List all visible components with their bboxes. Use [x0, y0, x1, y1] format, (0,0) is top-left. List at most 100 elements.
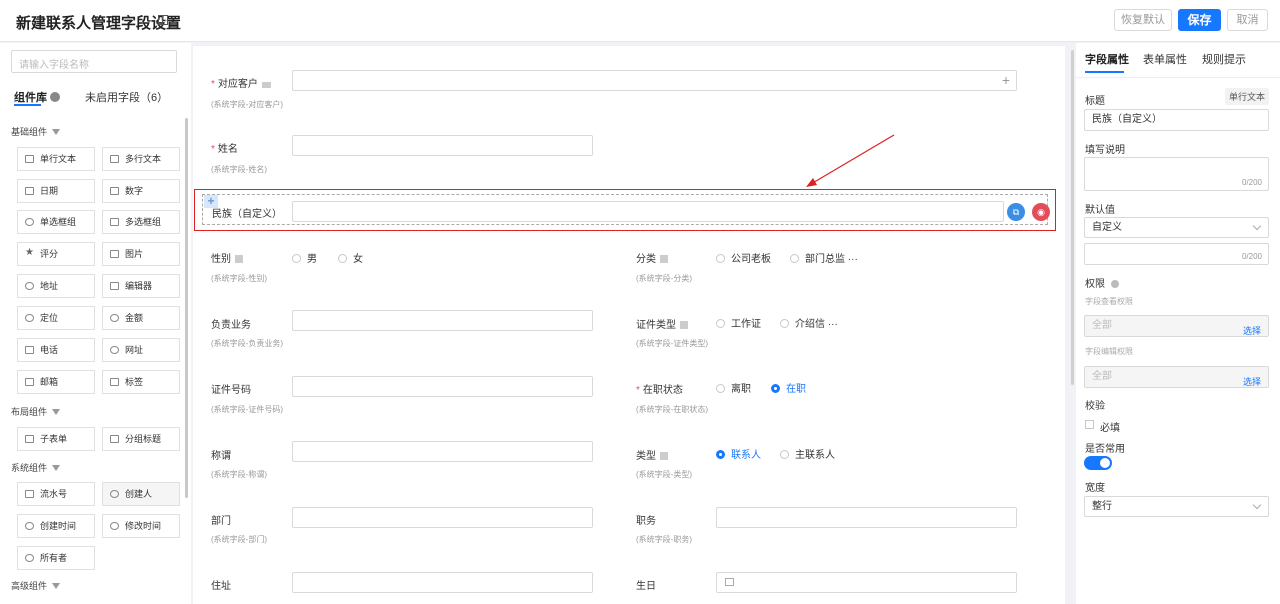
layout-toggle-icon[interactable]	[158, 15, 168, 25]
component-serial[interactable]: 流水号	[17, 482, 95, 506]
title-input[interactable]	[292, 441, 593, 462]
component-url[interactable]: 网址	[102, 338, 180, 362]
label-text: 姓名	[217, 144, 238, 155]
idtype-option-letter[interactable]: 介绍信 ···	[780, 315, 838, 330]
component-number[interactable]: 数字	[102, 179, 180, 203]
component-label: 地址	[40, 281, 59, 291]
gender-option-male[interactable]: 男	[292, 250, 317, 265]
component-radio-group[interactable]: 单选框组	[17, 210, 95, 234]
component-label: 定位	[40, 313, 59, 323]
help-icon[interactable]	[50, 92, 60, 102]
default-value-label: 默认值	[1085, 205, 1115, 216]
default-value-input[interactable]: 0/200	[1084, 243, 1269, 265]
category-option-boss[interactable]: 公司老板	[716, 250, 771, 265]
option-label: 部门总监	[805, 254, 845, 265]
canvas-scrollbar[interactable]	[1071, 50, 1074, 385]
component-date[interactable]: 日期	[17, 179, 95, 203]
radio-circle	[780, 450, 789, 459]
common-label: 是否常用	[1085, 444, 1125, 455]
tab-unused-fields[interactable]: 未启用字段（6）	[85, 89, 168, 105]
component-money[interactable]: 金额	[102, 306, 180, 330]
component-label: 创建时间	[40, 521, 77, 531]
component-panel: 请输入字段名称 组件库 未启用字段（6） 基础组件 布局组件 系统组件 高级组件…	[0, 43, 191, 604]
status-option-left[interactable]: 离职	[716, 380, 751, 395]
radio-icon	[25, 218, 34, 226]
radio-circle	[716, 384, 725, 393]
width-select[interactable]: 整行	[1084, 496, 1269, 517]
type-option-main-contact[interactable]: 主联系人	[780, 446, 835, 461]
owner-icon	[25, 554, 34, 562]
field-gender-label: 性别	[211, 250, 243, 265]
more-options-icon[interactable]: ···	[848, 254, 858, 265]
component-phone[interactable]: 电话	[17, 338, 95, 362]
birthday-input[interactable]	[716, 572, 1017, 593]
component-checkbox-group[interactable]: 多选框组	[102, 210, 180, 234]
cancel-button[interactable]: 取消	[1227, 9, 1268, 31]
field-search-input[interactable]: 请输入字段名称	[11, 50, 177, 73]
component-single-text[interactable]: 单行文本	[17, 147, 95, 171]
select-value: 自定义	[1092, 222, 1122, 233]
group-label: 布局组件	[11, 407, 48, 417]
ethnic-input[interactable]	[292, 201, 1004, 222]
group-basic[interactable]: 基础组件	[11, 125, 61, 138]
tab-rule-tips[interactable]: 规则提示	[1202, 51, 1246, 67]
title-field[interactable]: 民族（自定义）	[1084, 109, 1269, 131]
business-input[interactable]	[292, 310, 593, 331]
hide-field-eye-icon[interactable]: ◉	[1032, 203, 1050, 221]
category-option-director[interactable]: 部门总监 ···	[790, 250, 858, 265]
add-icon[interactable]: +	[1002, 73, 1010, 87]
status-option-active[interactable]: 在职	[771, 380, 806, 395]
component-modify-time[interactable]: 修改时间	[102, 514, 180, 538]
arrow-head	[806, 178, 817, 187]
position-input[interactable]	[716, 507, 1017, 528]
required-checkbox[interactable]	[1085, 420, 1094, 429]
component-owner[interactable]: 所有者	[17, 546, 95, 570]
group-advanced[interactable]: 高级组件	[11, 579, 61, 592]
edit-permission-select-link[interactable]: 选择	[1243, 372, 1261, 392]
idtype-option-workcard[interactable]: 工作证	[716, 315, 761, 330]
name-input[interactable]	[292, 135, 593, 156]
type-option-contact[interactable]: 联系人	[716, 446, 761, 461]
component-image[interactable]: 图片	[102, 242, 180, 266]
save-button[interactable]: 保存	[1178, 9, 1221, 31]
restore-default-button[interactable]: 恢复默认	[1114, 9, 1172, 31]
component-email[interactable]: 邮箱	[17, 370, 95, 394]
field-status-label: * 在职状态	[636, 381, 683, 396]
default-value-select[interactable]: 自定义	[1084, 217, 1269, 238]
option-label: 主联系人	[795, 450, 835, 461]
component-rating[interactable]: ★ 评分	[17, 242, 95, 266]
radio-circle	[780, 319, 789, 328]
calendar-icon	[725, 578, 734, 586]
arrow-line	[810, 134, 895, 185]
view-permission-select-link[interactable]: 选择	[1243, 321, 1261, 341]
customer-input[interactable]: +	[292, 70, 1017, 91]
option-label: 在职	[786, 384, 806, 395]
component-editor[interactable]: 编辑器	[102, 274, 180, 298]
component-label: 图片	[125, 249, 144, 259]
idno-input[interactable]	[292, 376, 593, 397]
annotation-arrow	[806, 134, 895, 187]
component-address[interactable]: 地址	[17, 274, 95, 298]
common-toggle[interactable]	[1084, 456, 1112, 470]
group-system[interactable]: 系统组件	[11, 461, 61, 474]
component-creator[interactable]: 创建人	[102, 482, 180, 506]
help-icon[interactable]	[1110, 280, 1119, 288]
left-scrollbar[interactable]	[185, 118, 188, 498]
tab-form-properties[interactable]: 表单属性	[1143, 51, 1187, 67]
gender-option-female[interactable]: 女	[338, 250, 363, 265]
field-birthday-label: 生日	[636, 581, 656, 592]
more-options-icon[interactable]: ···	[828, 319, 838, 330]
component-locate[interactable]: 定位	[17, 306, 95, 330]
dept-input[interactable]	[292, 507, 593, 528]
tab-component-library[interactable]: 组件库	[14, 89, 60, 106]
component-multi-text[interactable]: 多行文本	[102, 147, 180, 171]
description-textarea[interactable]: 0/200	[1084, 157, 1269, 191]
address-input[interactable]	[292, 572, 593, 593]
group-layout[interactable]: 布局组件	[11, 405, 61, 418]
copy-field-icon[interactable]: ⧉	[1007, 203, 1025, 221]
component-tag[interactable]: 标签	[102, 370, 180, 394]
component-subform[interactable]: 子表单	[17, 427, 95, 451]
component-group-title[interactable]: 分组标题	[102, 427, 180, 451]
component-create-time[interactable]: 创建时间	[17, 514, 95, 538]
tab-field-properties[interactable]: 字段属性	[1085, 51, 1129, 73]
